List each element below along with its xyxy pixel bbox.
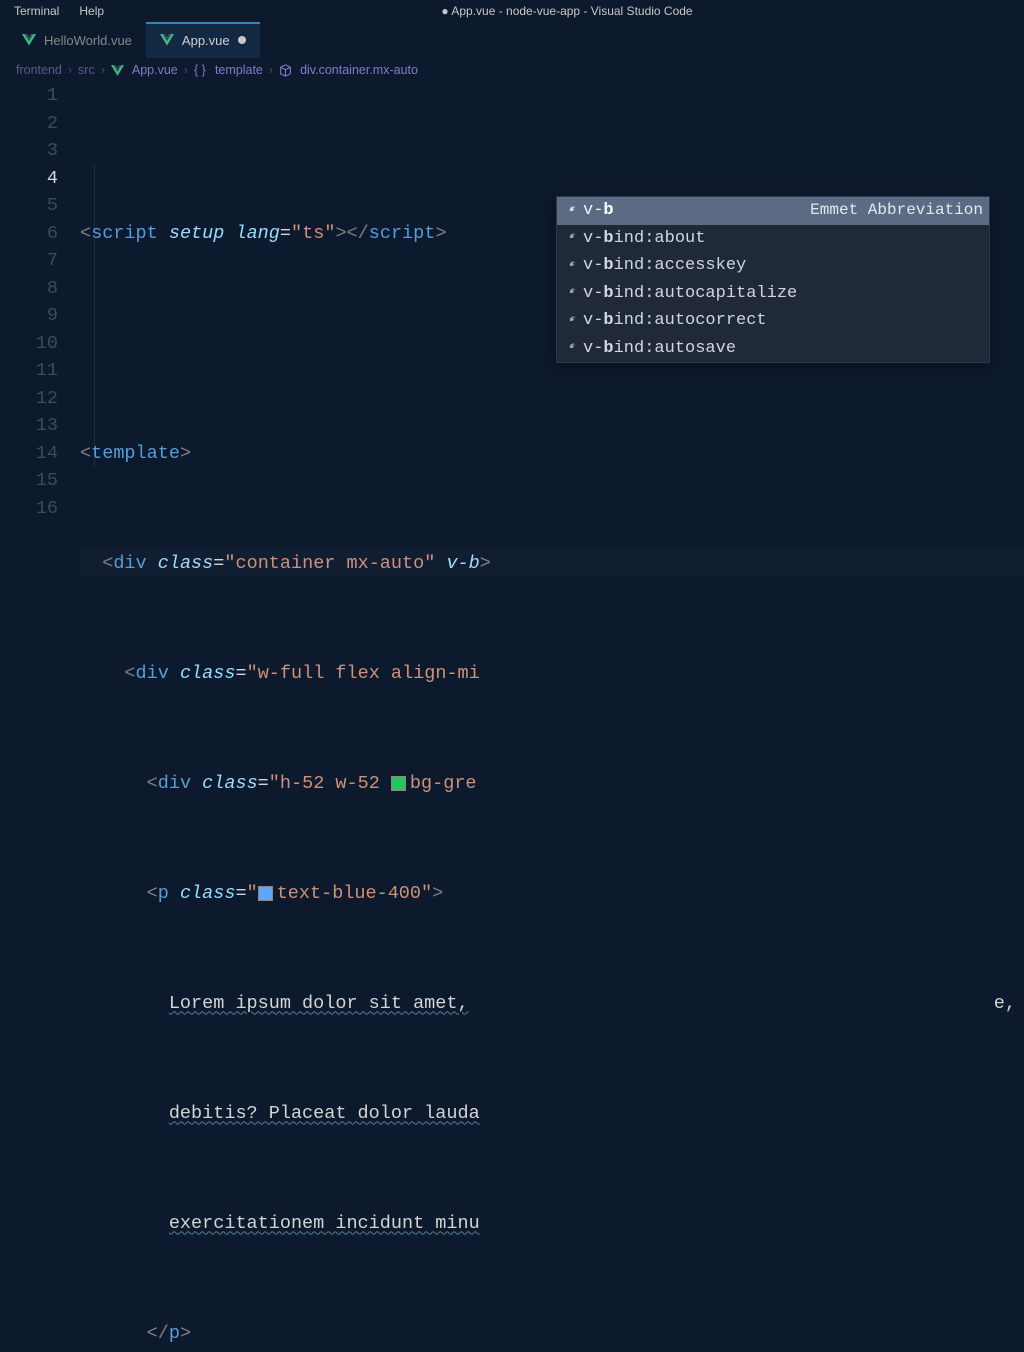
wrench-icon: [563, 314, 577, 328]
line-number: 15: [0, 467, 58, 495]
wrench-icon: [563, 204, 577, 218]
line-number: 3: [0, 137, 58, 165]
breadcrumb-item[interactable]: template: [215, 63, 263, 77]
breadcrumb-item[interactable]: src: [78, 63, 95, 77]
autocomplete-item[interactable]: v-bind:autosave: [557, 335, 989, 363]
breadcrumb[interactable]: frontend › src › App.vue › { } template …: [0, 58, 1024, 82]
color-swatch-icon: [258, 886, 273, 901]
menu-terminal[interactable]: Terminal: [4, 2, 69, 20]
line-number: 11: [0, 357, 58, 385]
breadcrumb-item[interactable]: App.vue: [132, 63, 178, 77]
code-line[interactable]: <p class="text-blue-400">: [80, 880, 1024, 908]
autocomplete-item[interactable]: v-bind:accesskey: [557, 252, 989, 280]
line-number: 5: [0, 192, 58, 220]
code-line[interactable]: <div class="w-full flex align-mi: [80, 660, 1024, 688]
code-editor[interactable]: 1 2 3 4 5 6 7 8 9 10 11 12 13 14 15 16 <…: [0, 82, 1024, 1352]
code-line[interactable]: exercitationem incidunt minu: [80, 1210, 1024, 1238]
breadcrumb-item[interactable]: div.container.mx-auto: [300, 63, 418, 77]
code-line[interactable]: <template>: [80, 440, 1024, 468]
chevron-right-icon: ›: [68, 63, 72, 77]
vue-file-icon: [160, 34, 174, 46]
wrench-icon: [563, 286, 577, 300]
cube-icon: [279, 64, 292, 77]
code-line[interactable]: </p>: [80, 1320, 1024, 1348]
autocomplete-item[interactable]: v-b Emmet Abbreviation: [557, 197, 989, 225]
chevron-right-icon: ›: [269, 63, 273, 77]
tab-label: HelloWorld.vue: [44, 33, 132, 48]
line-number: 14: [0, 440, 58, 468]
wrench-icon: [563, 259, 577, 273]
tab-helloworld[interactable]: HelloWorld.vue: [8, 22, 146, 58]
autocomplete-item[interactable]: v-bind:about: [557, 225, 989, 253]
line-number: 4: [0, 165, 58, 193]
line-number: 1: [0, 82, 58, 110]
vue-file-icon: [22, 34, 36, 46]
menu-help[interactable]: Help: [69, 2, 114, 20]
color-swatch-icon: [391, 776, 406, 791]
code-line[interactable]: <div class="container mx-auto" v-b>: [80, 550, 1024, 578]
line-number: 6: [0, 220, 58, 248]
vue-file-icon: [111, 64, 124, 77]
code-line[interactable]: Lorem ipsum dolor sit amet,e,: [80, 990, 1024, 1018]
line-number: 8: [0, 275, 58, 303]
line-number-gutter: 1 2 3 4 5 6 7 8 9 10 11 12 13 14 15 16: [0, 82, 80, 1352]
code-line[interactable]: debitis? Placeat dolor lauda: [80, 1100, 1024, 1128]
tab-label: App.vue: [182, 33, 230, 48]
tab-bar: HelloWorld.vue App.vue: [0, 22, 1024, 58]
autocomplete-item[interactable]: v-bind:autocapitalize: [557, 280, 989, 308]
autocomplete-item[interactable]: v-bind:autocorrect: [557, 307, 989, 335]
line-number: 9: [0, 302, 58, 330]
indent-guide: [94, 164, 95, 467]
braces-icon: { }: [194, 64, 207, 77]
autocomplete-hint: Emmet Abbreviation: [620, 197, 983, 225]
menubar: Terminal Help ● App.vue - node-vue-app -…: [0, 0, 1024, 22]
line-number: 16: [0, 495, 58, 523]
wrench-icon: [563, 341, 577, 355]
wrench-icon: [563, 231, 577, 245]
breadcrumb-item[interactable]: frontend: [16, 63, 62, 77]
chevron-right-icon: ›: [101, 63, 105, 77]
line-number: 12: [0, 385, 58, 413]
code-line[interactable]: <div class="h-52 w-52 bg-gre: [80, 770, 1024, 798]
line-number: 13: [0, 412, 58, 440]
line-number: 2: [0, 110, 58, 138]
line-number: 10: [0, 330, 58, 358]
autocomplete-popup[interactable]: v-b Emmet Abbreviation v-bind:about v-bi…: [556, 196, 990, 363]
tab-app[interactable]: App.vue: [146, 22, 260, 58]
line-number: 7: [0, 247, 58, 275]
chevron-right-icon: ›: [184, 63, 188, 77]
dirty-indicator-icon: [238, 36, 246, 44]
window-title: ● App.vue - node-vue-app - Visual Studio…: [114, 4, 1020, 18]
